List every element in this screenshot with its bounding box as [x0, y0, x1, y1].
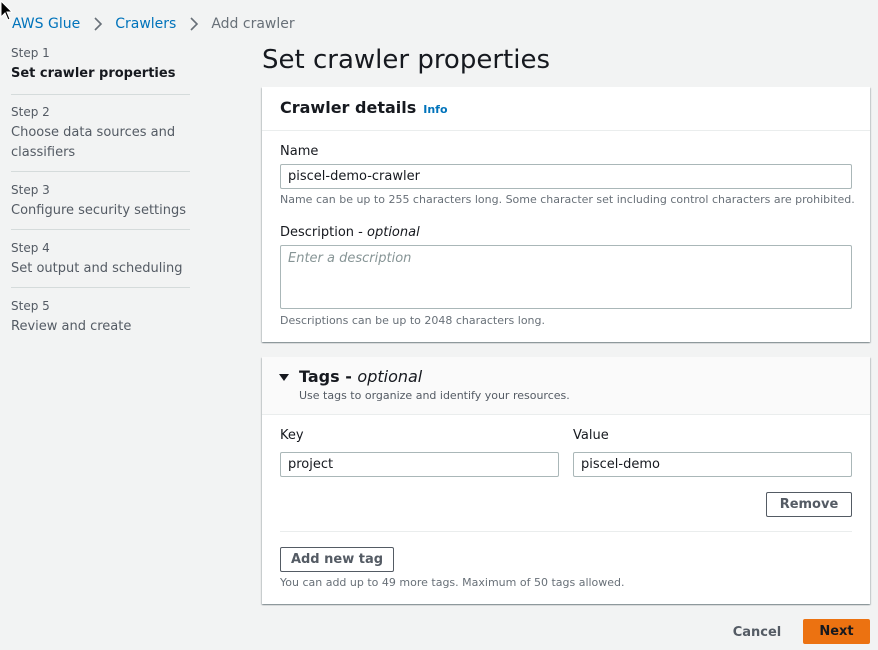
tag-key-input[interactable] — [280, 452, 559, 477]
next-button[interactable]: Next — [803, 619, 870, 644]
step-title: Review and create — [11, 319, 132, 334]
tag-value-label: Value — [573, 428, 609, 443]
chevron-right-icon — [94, 17, 103, 31]
chevron-right-icon — [190, 17, 199, 31]
page-title: Set crawler properties — [262, 45, 550, 75]
panel-divider — [262, 414, 870, 415]
tags-title: Tags - optional — [299, 367, 423, 386]
step-title: Set output and scheduling — [11, 261, 183, 276]
wizard-steps: Step 1 Set crawler properties Step 2 Cho… — [11, 46, 190, 338]
tags-limit-hint: You can add up to 49 more tags. Maximum … — [280, 576, 625, 589]
tag-key-label: Key — [280, 428, 304, 443]
name-input[interactable] — [280, 164, 852, 189]
crawler-details-title: Crawler details — [280, 98, 417, 117]
tags-panel: Tags - optional Use tags to organize and… — [262, 357, 870, 604]
add-new-tag-button[interactable]: Add new tag — [280, 547, 394, 572]
cancel-button[interactable]: Cancel — [730, 620, 784, 645]
step-label: Step 3 — [11, 183, 50, 197]
info-link[interactable]: Info — [423, 103, 447, 116]
breadcrumb-crawlers[interactable]: Crawlers — [115, 16, 176, 32]
tags-subtitle: Use tags to organize and identify your r… — [299, 389, 570, 402]
description-label: Description - optional — [280, 225, 420, 240]
crawler-details-panel: Crawler details Info Name Name can be up… — [262, 87, 870, 342]
remove-tag-button[interactable]: Remove — [766, 492, 852, 517]
step-title: Configure security settings — [11, 203, 187, 218]
step-title: Choose data sources and classifiers — [11, 125, 176, 160]
step-3[interactable]: Step 3 Configure security settings — [11, 172, 190, 230]
tags-divider — [280, 531, 852, 532]
step-title: Set crawler properties — [11, 66, 176, 81]
name-hint: Name can be up to 255 characters long. S… — [280, 193, 855, 206]
step-label: Step 1 — [11, 46, 50, 60]
name-label: Name — [280, 144, 319, 159]
step-1[interactable]: Step 1 Set crawler properties — [11, 46, 190, 95]
step-label: Step 4 — [11, 241, 50, 255]
breadcrumb: AWS Glue Crawlers Add crawler — [12, 15, 295, 33]
breadcrumb-aws-glue[interactable]: AWS Glue — [12, 16, 80, 32]
step-4[interactable]: Step 4 Set output and scheduling — [11, 230, 190, 288]
step-2[interactable]: Step 2 Choose data sources and classifie… — [11, 95, 190, 172]
description-textarea[interactable] — [280, 245, 852, 309]
step-5[interactable]: Step 5 Review and create — [11, 288, 190, 338]
panel-divider — [262, 130, 870, 131]
caret-down-icon[interactable] — [278, 372, 290, 384]
step-label: Step 2 — [11, 105, 50, 119]
breadcrumb-current: Add crawler — [211, 16, 295, 32]
description-hint: Descriptions can be up to 2048 character… — [280, 314, 545, 327]
step-label: Step 5 — [11, 299, 50, 313]
tag-value-input[interactable] — [573, 452, 852, 477]
